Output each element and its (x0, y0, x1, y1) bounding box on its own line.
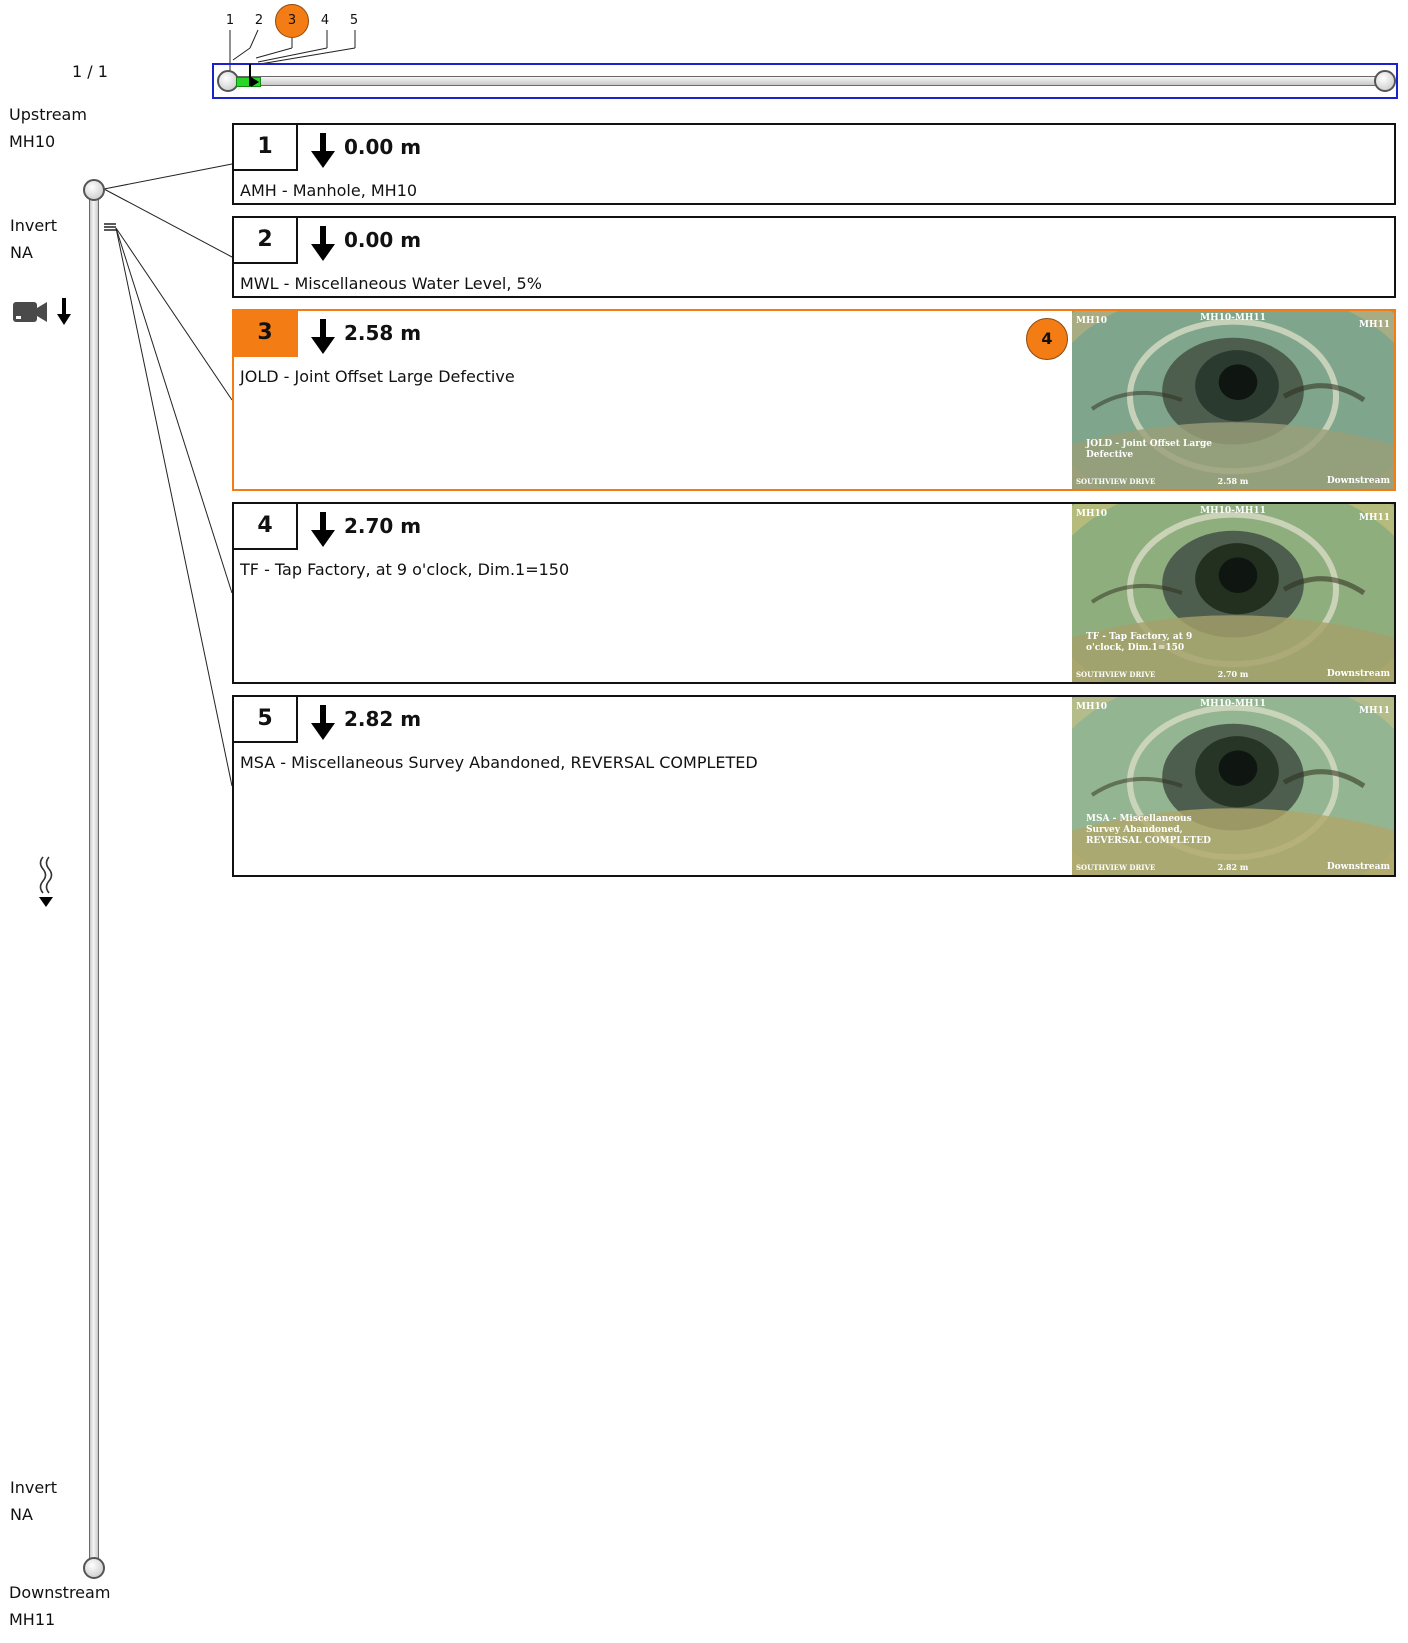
observation-distance: 0.00 m (344, 228, 422, 252)
connector-line (103, 163, 233, 190)
arrow-down-icon (311, 133, 335, 168)
svg-text:TF - Tap Factory, at 9: TF - Tap Factory, at 9 (1086, 632, 1192, 642)
tick-label-1[interactable]: 1 (222, 13, 238, 29)
connector-line (115, 227, 233, 594)
timeline-overview[interactable] (212, 63, 1398, 99)
observation-photo-5[interactable]: MH10 MH10-MH11 MH11 MSA - Miscellaneous Surv… (1072, 697, 1394, 875)
sewer-camera-frame: MH10 MH10-MH11 MH11 JOLD - Joint Offset Lar… (1072, 311, 1394, 489)
arrow-down-icon (57, 298, 71, 325)
svg-text:Downstream: Downstream (1327, 862, 1391, 872)
connector-line (232, 47, 251, 61)
pipe-schematic (89, 192, 99, 1578)
svg-text:MSA - Miscellaneous: MSA - Miscellaneous (1086, 814, 1192, 824)
arrow-down-icon (311, 512, 335, 547)
svg-text:MH10: MH10 (1076, 702, 1107, 712)
timeline-pipe-bar (228, 76, 1384, 86)
observation-number: 5 (232, 695, 298, 743)
connector-line (115, 227, 233, 401)
observation-description: TF - Tap Factory, at 9 o'clock, Dim.1=15… (240, 560, 570, 579)
arrow-down-icon (311, 226, 335, 261)
sewer-camera-frame: MH10 MH10-MH11 MH11 MSA - MiscellaneousSurv… (1072, 697, 1394, 875)
observation-card-3-selected[interactable]: 3 2.58 m JOLD - Joint Offset Large Defec… (232, 309, 1396, 491)
upstream-manhole-node[interactable] (83, 179, 105, 201)
upstream-manhole-id: MH10 (9, 132, 56, 151)
downstream-manhole-id: MH11 (9, 1610, 56, 1629)
downstream-manhole-node[interactable] (83, 1557, 105, 1579)
observation-distance: 2.70 m (344, 514, 422, 538)
svg-text:MH10-MH11: MH10-MH11 (1200, 506, 1266, 516)
observation-distance: 2.58 m (344, 321, 422, 345)
observation-number: 2 (232, 216, 298, 264)
observation-description: JOLD - Joint Offset Large Defective (240, 367, 515, 386)
arrow-down-icon (311, 319, 335, 354)
observation-card-1[interactable]: 1 0.00 m AMH - Manhole, MH10 (232, 123, 1396, 205)
observation-description: MWL - Miscellaneous Water Level, 5% (240, 274, 542, 293)
observation-photo-3[interactable]: MH10 MH10-MH11 MH11 JOLD - Joint Offset Lar… (1072, 311, 1394, 489)
svg-text:MH10-MH11: MH10-MH11 (1200, 313, 1266, 323)
connector-line (103, 188, 233, 258)
svg-text:o'clock, Dim.1=150: o'clock, Dim.1=150 (1086, 643, 1184, 653)
observation-card-4[interactable]: 4 2.70 m TF - Tap Factory, at 9 o'clock,… (232, 502, 1396, 684)
svg-text:MH11: MH11 (1359, 706, 1390, 716)
observation-photo-4[interactable]: MH10 MH10-MH11 MH11 TF - Tap Factory, at 9o… (1072, 504, 1394, 682)
observation-distance: 2.82 m (344, 707, 422, 731)
svg-text:SOUTHVIEW DRIVE: SOUTHVIEW DRIVE (1076, 863, 1155, 872)
svg-text:Defective: Defective (1086, 450, 1133, 460)
sewer-camera-frame: MH10 MH10-MH11 MH11 TF - Tap Factory, at 9o… (1072, 504, 1394, 682)
svg-text:MH10: MH10 (1076, 509, 1107, 519)
tick-label-4[interactable]: 4 (317, 13, 333, 29)
top-invert-label: Invert (10, 216, 58, 235)
page-counter: 1 / 1 (72, 62, 108, 81)
svg-text:MH11: MH11 (1359, 320, 1390, 330)
connector-line (249, 29, 259, 49)
pipe-inspection-report: 1 2 3 4 5 1 / 1 Upstream MH10 Invert NA … (0, 0, 1408, 1643)
timeline-end-node (1374, 70, 1396, 92)
play-arrow-icon (251, 77, 259, 87)
arrow-down-icon (311, 705, 335, 740)
bottom-invert-value: NA (10, 1505, 33, 1524)
svg-text:SOUTHVIEW DRIVE: SOUTHVIEW DRIVE (1076, 670, 1155, 679)
svg-text:MH10-MH11: MH10-MH11 (1200, 699, 1266, 709)
svg-text:MH11: MH11 (1359, 513, 1390, 523)
flow-direction-icon (39, 856, 53, 907)
top-invert-value: NA (10, 243, 33, 262)
connector-line (259, 47, 356, 65)
upstream-label: Upstream (9, 105, 87, 124)
bottom-invert-label: Invert (10, 1478, 58, 1497)
svg-text:2.82 m: 2.82 m (1218, 862, 1249, 872)
svg-text:2.58 m: 2.58 m (1218, 476, 1249, 486)
observation-description: MSA - Miscellaneous Survey Abandoned, RE… (240, 753, 758, 772)
observation-number: 3 (232, 309, 298, 357)
tick-label-3-active[interactable]: 3 (275, 4, 309, 38)
svg-text:Downstream: Downstream (1327, 669, 1391, 679)
svg-text:REVERSAL COMPLETED: REVERSAL COMPLETED (1086, 836, 1211, 846)
svg-text:SOUTHVIEW DRIVE: SOUTHVIEW DRIVE (1076, 477, 1155, 486)
svg-text:2.70 m: 2.70 m (1218, 669, 1249, 679)
observation-number: 4 (232, 502, 298, 550)
svg-text:Survey Abandoned,: Survey Abandoned, (1086, 825, 1183, 835)
connector-line (255, 47, 293, 59)
connector-line (257, 47, 328, 63)
camera-icon (13, 302, 47, 322)
observation-description: AMH - Manhole, MH10 (240, 181, 418, 200)
svg-text:JOLD - Joint Offset Large: JOLD - Joint Offset Large (1085, 439, 1212, 449)
observation-card-2[interactable]: 2 0.00 m MWL - Miscellaneous Water Level… (232, 216, 1396, 298)
tick-label-2[interactable]: 2 (251, 13, 267, 29)
observation-distance: 0.00 m (344, 135, 422, 159)
photo-count-badge[interactable]: 4 (1026, 318, 1068, 360)
tick-label-5[interactable]: 5 (346, 13, 362, 29)
svg-text:MH10: MH10 (1076, 316, 1107, 326)
connector-line (115, 227, 233, 787)
svg-text:Downstream: Downstream (1327, 476, 1391, 486)
downstream-label: Downstream (9, 1583, 111, 1602)
observation-card-5[interactable]: 5 2.82 m MSA - Miscellaneous Survey Aban… (232, 695, 1396, 877)
observation-number: 1 (232, 123, 298, 171)
